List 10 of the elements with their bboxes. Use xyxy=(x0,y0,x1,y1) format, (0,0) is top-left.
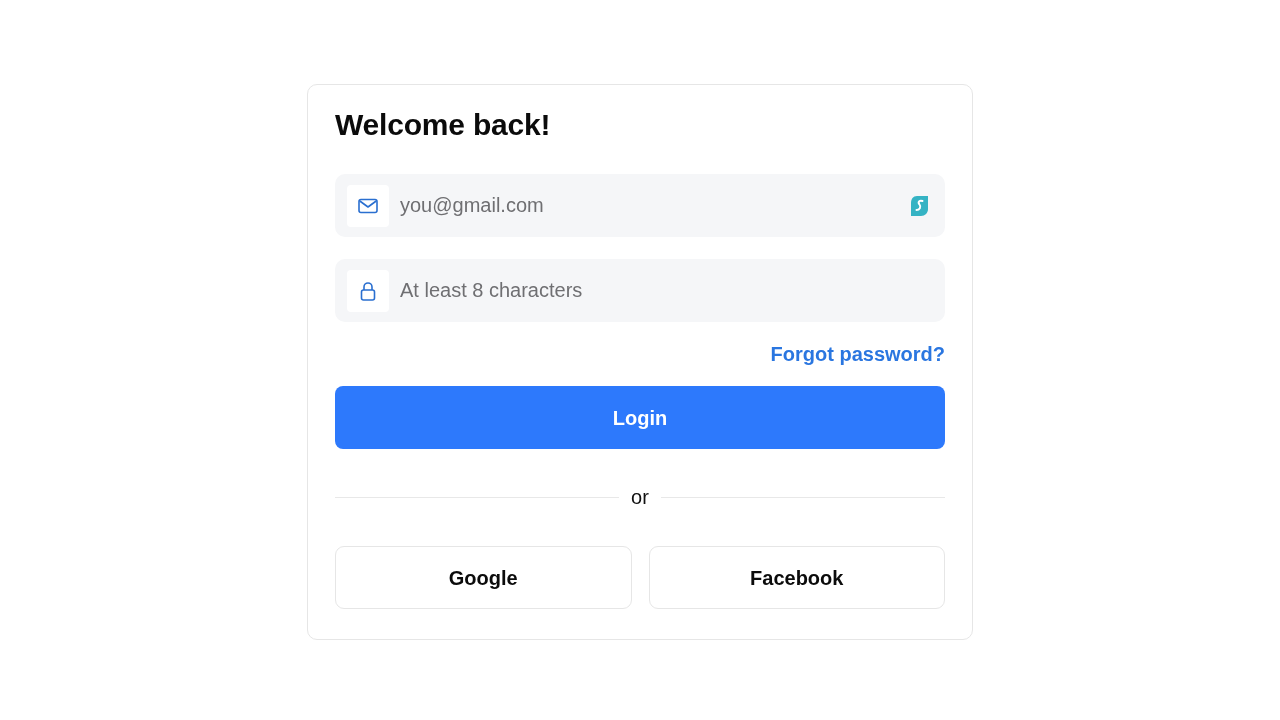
page-title: Welcome back! xyxy=(335,107,552,143)
envelope-icon xyxy=(347,184,389,227)
padlock-icon xyxy=(347,269,389,312)
email-field[interactable]: you@gmail.com xyxy=(335,174,945,237)
login-button[interactable]: Login xyxy=(335,386,945,449)
social-login-button[interactable]: Facebook xyxy=(648,546,945,609)
divider-label: or xyxy=(631,487,649,507)
social-login-button[interactable]: Google xyxy=(335,546,632,609)
password-field[interactable]: At least 8 characters xyxy=(335,259,945,322)
forgot-password-link[interactable]: Forgot password? xyxy=(770,342,945,366)
